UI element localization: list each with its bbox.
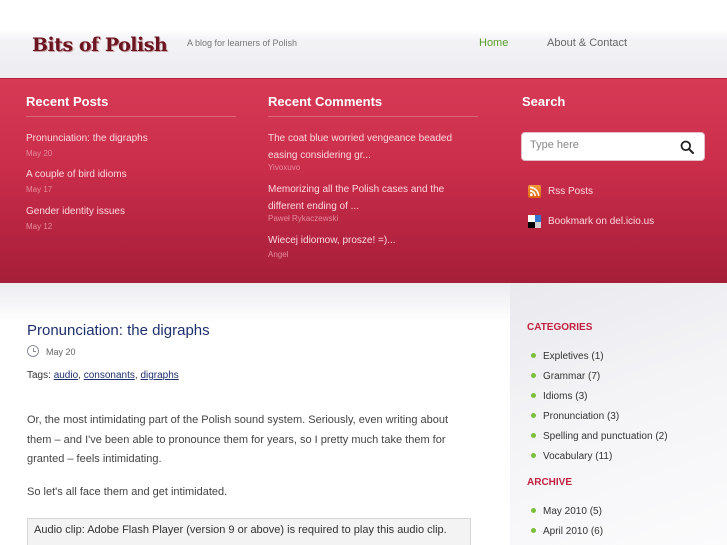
bullet-icon [531, 432, 536, 438]
site-logo[interactable]: Bits of Polish [32, 34, 168, 56]
archive-link[interactable]: April 2010 [543, 526, 588, 537]
category-item: Idioms (3) [531, 391, 587, 402]
comment-author: Yivoxuvo [268, 163, 301, 172]
comment-author: Angel [268, 250, 289, 259]
archive-heading: ARCHIVE [527, 477, 573, 488]
audio-player-notice: Audio clip: Adobe Flash Player (version … [27, 518, 471, 545]
archive-count: (5) [589, 506, 602, 517]
site-tagline: A blog for learners of Polish [187, 38, 298, 48]
recent-posts-divider [26, 116, 236, 117]
category-item: Pronunciation (3) [531, 411, 619, 422]
recent-comments-divider [268, 116, 478, 117]
post-paragraph: Or, the most intimidating part of the Po… [27, 414, 449, 465]
bullet-icon [531, 507, 536, 513]
search-icon[interactable] [680, 140, 694, 154]
archive-count: (6) [590, 526, 604, 537]
category-count: (11) [595, 451, 613, 462]
recent-post-link[interactable]: Gender identity issues [26, 206, 125, 217]
category-link[interactable]: Spelling and punctuation [543, 431, 653, 442]
post-date: May 20 [46, 347, 76, 357]
category-count: (1) [591, 351, 604, 362]
category-link[interactable]: Expletives [543, 351, 589, 362]
recent-posts-heading: Recent Posts [26, 94, 109, 109]
bullet-icon [531, 527, 536, 533]
clock-icon [27, 345, 39, 357]
category-count: (7) [588, 371, 601, 382]
recent-comments-heading: Recent Comments [268, 94, 383, 109]
category-item: Expletives (1) [531, 351, 604, 362]
bullet-icon [531, 372, 536, 378]
archive-link[interactable]: May 2010 [543, 506, 587, 517]
recent-post-link[interactable]: Pronunciation: the digraphs [26, 133, 148, 144]
recent-post-date: May 20 [26, 149, 53, 158]
nav-about-link[interactable]: About & Contact [547, 37, 627, 49]
tags-label: Tags: [27, 370, 51, 381]
categories-heading: CATEGORIES [527, 322, 593, 333]
category-item: Vocabulary (11) [531, 451, 612, 462]
post-paragraph: So let's all face them and get intimidat… [27, 486, 228, 498]
category-count: (2) [655, 431, 668, 442]
site-header: Bits of Polish A blog for learners of Po… [0, 0, 727, 78]
featured-band: Recent Posts Pronunciation: the digraphs… [0, 78, 727, 283]
recent-post-link[interactable]: A couple of bird idioms [26, 169, 127, 180]
rss-icon[interactable] [528, 185, 541, 198]
recent-comment-link[interactable]: The coat blue worried vengeance beaded e… [268, 130, 458, 164]
category-count: (3) [575, 391, 588, 402]
category-item: Grammar (7) [531, 371, 600, 382]
post-title[interactable]: Pronunciation: the digraphs [27, 322, 210, 339]
nav-home-link[interactable]: Home [479, 37, 508, 49]
search-input[interactable] [530, 139, 670, 151]
rss-posts-link[interactable]: Rss Posts [548, 186, 593, 197]
bullet-icon [531, 352, 536, 358]
bullet-icon [531, 392, 536, 398]
comment-author: Paweł Rykaczewski [268, 214, 339, 223]
search-box [521, 132, 705, 161]
category-item: Spelling and punctuation (2) [531, 431, 668, 442]
tag-link[interactable]: audio [54, 370, 78, 381]
archive-item: May 2010 (5) [531, 506, 602, 517]
search-heading: Search [522, 94, 566, 109]
archive-item: April 2010 (6) [531, 526, 603, 537]
delicious-icon[interactable] [528, 215, 541, 228]
category-count: (3) [606, 411, 620, 422]
recent-post-date: May 17 [26, 185, 53, 194]
bookmark-delicious-link[interactable]: Bookmark on del.icio.us [548, 216, 654, 227]
recent-comment-link[interactable]: Memorizing all the Polish cases and the … [268, 181, 458, 215]
post-tags: Tags: audio, consonants, digraphs [27, 370, 179, 381]
tag-link[interactable]: consonants [84, 370, 135, 381]
bullet-icon [531, 412, 536, 418]
bullet-icon [531, 452, 536, 458]
category-link[interactable]: Vocabulary [543, 451, 592, 462]
category-link[interactable]: Pronunciation [543, 411, 604, 422]
category-link[interactable]: Grammar [543, 371, 585, 382]
recent-comment-link[interactable]: Wiecej idiomow, prosze! =)... [268, 232, 458, 249]
recent-post-date: May 12 [26, 222, 53, 231]
category-link[interactable]: Idioms [543, 391, 572, 402]
tag-link[interactable]: digraphs [140, 370, 178, 381]
